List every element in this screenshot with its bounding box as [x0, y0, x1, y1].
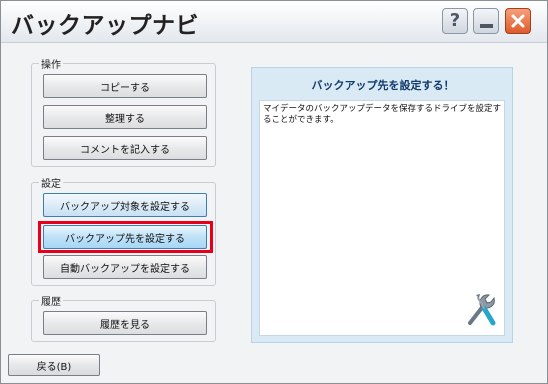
minimize-button[interactable] — [473, 8, 499, 34]
tools-icon — [468, 294, 496, 326]
close-button[interactable] — [505, 8, 531, 34]
highlight-frame — [38, 221, 213, 253]
view-history-button[interactable]: 履歴を見る — [43, 311, 207, 335]
back-button[interactable]: 戻る(B) — [8, 354, 100, 376]
close-icon — [511, 14, 525, 28]
window-title: バックアップナビ — [11, 13, 199, 39]
help-icon: ? — [449, 10, 461, 31]
help-button[interactable]: ? — [442, 8, 468, 34]
title-bar: バックアップナビ ? — [1, 1, 547, 43]
info-panel-body: マイデータのバックアップデータを保存するドライブを設定することができます。 — [259, 100, 505, 336]
app-window: バックアップナビ ? 操作 コピーする 整理する コメントを記入する 設定 バッ… — [0, 0, 548, 384]
settings-group-label: 設定 — [39, 175, 63, 190]
info-panel-description: マイデータのバックアップデータを保存するドライブを設定することができます。 — [263, 104, 502, 125]
info-panel: バックアップ先を設定する！ マイデータのバックアップデータを保存するドライブを設… — [251, 67, 513, 343]
minimize-icon — [479, 24, 493, 28]
info-panel-title: バックアップ先を設定する！ — [311, 79, 455, 92]
add-comment-button[interactable]: コメントを記入する — [43, 136, 207, 160]
copy-button[interactable]: コピーする — [43, 74, 207, 98]
set-backup-target-button[interactable]: バックアップ対象を設定する — [43, 193, 207, 217]
organize-button[interactable]: 整理する — [43, 105, 207, 129]
set-auto-backup-button[interactable]: 自動バックアップを設定する — [43, 255, 207, 279]
operations-group-label: 操作 — [39, 56, 63, 71]
history-group-label: 履歴 — [39, 293, 63, 308]
